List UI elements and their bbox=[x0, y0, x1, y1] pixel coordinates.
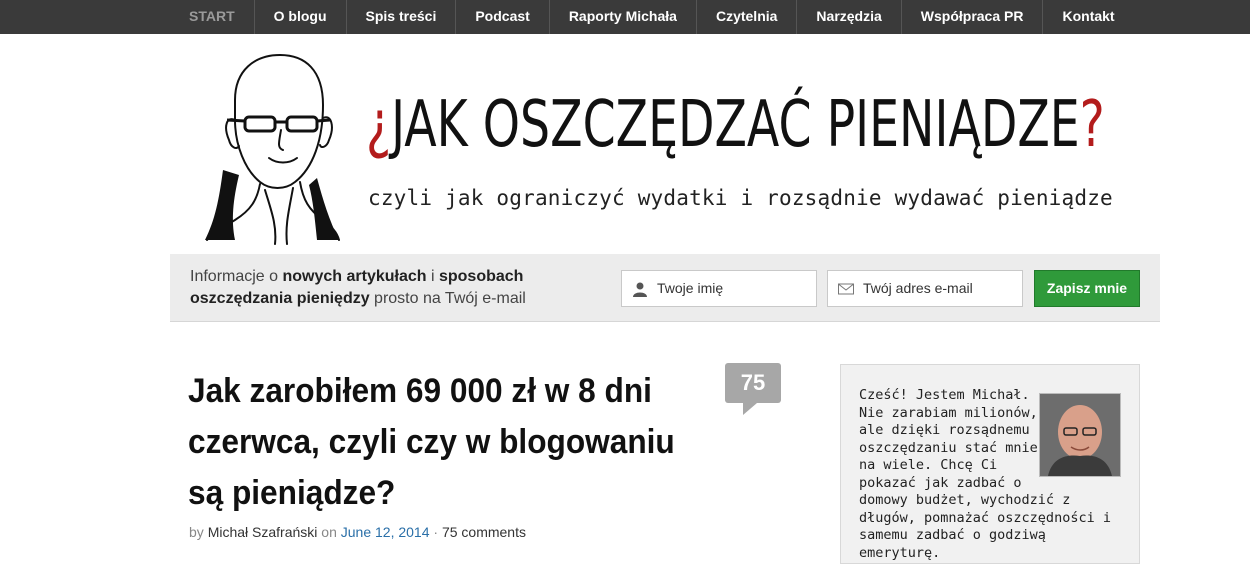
byline-by: by bbox=[189, 524, 204, 540]
about-box: Cześć! Jestem Michał. Nie zarabiam milio… bbox=[840, 364, 1140, 564]
newsletter-bar: Informacje o nowych artykułach i sposoba… bbox=[170, 254, 1160, 322]
nav-item-raporty[interactable]: Raporty Michała bbox=[548, 0, 696, 34]
nav-item-kontakt[interactable]: Kontakt bbox=[1042, 0, 1133, 34]
site-tagline: czyli jak ograniczyć wydatki i rozsądnie… bbox=[368, 186, 1113, 210]
email-placeholder: Twój adres e-mail bbox=[863, 280, 973, 296]
byline-on: on bbox=[321, 524, 337, 540]
name-input[interactable]: Twoje imię bbox=[621, 270, 817, 307]
comment-count-badge[interactable]: 75 bbox=[725, 363, 781, 415]
nav-item-czytelnia[interactable]: Czytelnia bbox=[695, 0, 796, 34]
envelope-icon bbox=[838, 283, 854, 295]
title-main: JAK OSZCZĘDZAĆ PIENIĄDZE bbox=[391, 88, 1080, 162]
info-text-3: i bbox=[426, 268, 439, 285]
comments-link[interactable]: 75 comments bbox=[442, 524, 526, 540]
site-title[interactable]: ¿JAK OSZCZĘDZAĆ PIENIĄDZE? bbox=[366, 80, 1105, 170]
nav-item-podcast[interactable]: Podcast bbox=[455, 0, 548, 34]
article-title[interactable]: Jak zarobiłem 69 000 zł w 8 dni czerwca,… bbox=[188, 366, 681, 519]
nav-item-wspolpraca[interactable]: Współpraca PR bbox=[900, 0, 1043, 34]
title-open-mark: ¿ bbox=[366, 88, 392, 162]
user-icon bbox=[633, 282, 647, 297]
nav-item-spis-tresci[interactable]: Spis treści bbox=[345, 0, 456, 34]
info-text-2: nowych artykułach bbox=[282, 268, 427, 285]
photo-spacer bbox=[1041, 387, 1129, 483]
author-sketch-icon[interactable] bbox=[205, 50, 340, 245]
top-navigation: START O blogu Spis treści Podcast Raport… bbox=[0, 0, 1250, 34]
nav-item-o-blogu[interactable]: O blogu bbox=[253, 0, 346, 34]
author-link[interactable]: Michał Szafrański bbox=[208, 524, 318, 540]
about-text: Cześć! Jestem Michał. Nie zarabiam milio… bbox=[859, 387, 1129, 562]
email-input[interactable]: Twój adres e-mail bbox=[827, 270, 1023, 307]
info-text-1: Informacje o bbox=[190, 268, 283, 285]
nav-item-start[interactable]: START bbox=[170, 0, 254, 34]
subscribe-button[interactable]: Zapisz mnie bbox=[1034, 270, 1140, 307]
title-close-mark: ? bbox=[1079, 88, 1105, 162]
info-text-5: prosto na Twój e-mail bbox=[369, 290, 526, 307]
nav-item-narzedzia[interactable]: Narzędzia bbox=[796, 0, 900, 34]
post-date[interactable]: June 12, 2014 bbox=[341, 524, 430, 540]
name-placeholder: Twoje imię bbox=[657, 280, 724, 296]
newsletter-info: Informacje o nowych artykułach i sposoba… bbox=[190, 266, 610, 310]
byline-sep: · bbox=[433, 524, 439, 540]
article-byline: by Michał Szafrański on June 12, 2014 · … bbox=[189, 524, 526, 540]
